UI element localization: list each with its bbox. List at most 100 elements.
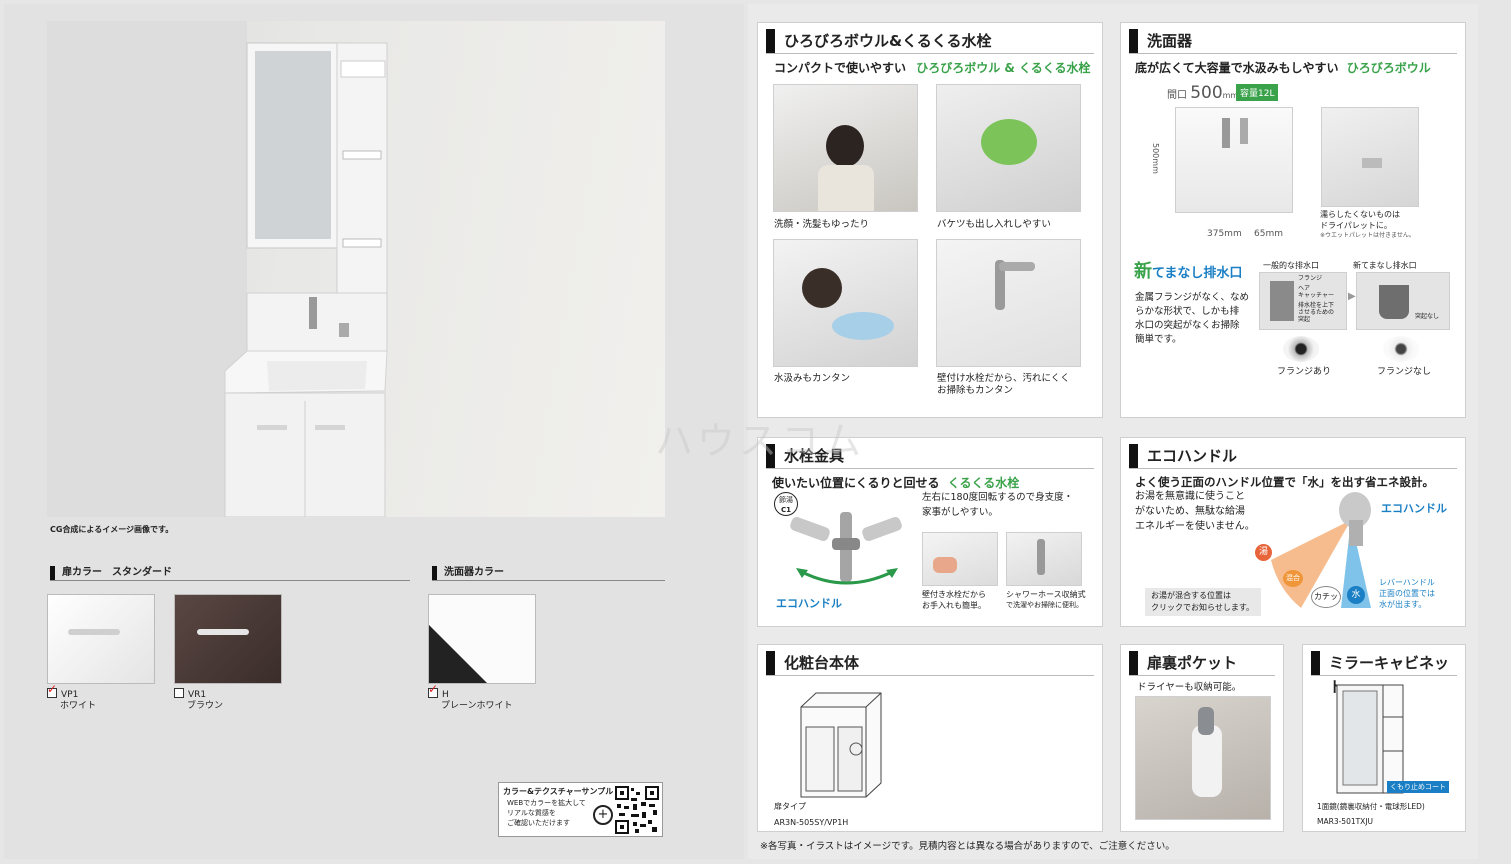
eco-desc-2: がないため、無駄な給湯 [1135,506,1245,517]
checkbox-vp1[interactable] [47,684,57,698]
pocket-subtitle: ドライヤーも収納可能。 [1137,682,1242,693]
checkbox-h[interactable] [428,684,438,698]
card-pocket-title: 扉裏ポケット [1129,651,1275,676]
qr-title: カラー&テクスチャーサンプル [503,787,614,796]
eco-handle-brand: エコハンドル [776,597,842,610]
hot-badge: 湯 [1255,544,1272,561]
card-eco-title: エコハンドル [1129,444,1457,469]
pallet-small-note: ※ウエットパレットは付きません。 [1320,232,1415,239]
card-body-title: 化粧台本体 [766,651,1094,676]
swatch-vr1-label: VR1 ブラウン [174,688,223,712]
flange-yes-label: フランジあり [1277,367,1332,377]
opening-size: 間口 500mm [1167,83,1239,103]
photo-water-draw [773,239,918,367]
anti-fog-badge: くもり止めコート [1387,781,1449,793]
qr-line-2: リアルな質感を [507,809,556,817]
zoom-icon: + [593,805,613,825]
faucet-desc-2: 家事がしやすい。 [922,507,998,518]
vanity-illustration [47,21,388,517]
dry-pallet-photo [1321,107,1419,207]
footnote: ※各写真・イラストはイメージです。見積内容とは異なる場合がありますので、ご注意く… [760,841,1175,852]
door-color-header: 扉カラー スタンダード [50,566,410,581]
caption-faucet-cleaning-1: 壁付き水栓だから [922,590,986,599]
capacity-badge: 容量12L [1236,84,1279,101]
eco-desc-1: お湯を無意識に使うこと [1135,491,1245,502]
caption-shower-hose-2: で洗濯やお掃除に便利。 [1006,601,1083,609]
drain-desc-1: 金属フランジがなく、なめ [1135,292,1250,303]
drain-desc-2: らかな形状で、しかも排 [1135,306,1240,317]
faucet-rotation-illustration [790,512,902,585]
dim-width: 375mm [1207,229,1242,239]
mirror-model-number: MAR3-501TXJU [1317,817,1374,826]
qr-line-1: WEBでカラーを拡大して [507,799,586,807]
arrow-right-icon: ▶ [1348,291,1356,302]
door-type-label: 扉タイプ [774,802,806,811]
card-basin: 洗面器 底が広くて大容量で水汲みもしやすい ひろびろボウル 間口 500mm 容… [1120,22,1466,418]
basin-cross-section [1175,107,1293,213]
lever-note-3: 水が出ます。 [1379,600,1427,609]
swatch-h-label: H プレーンホワイト [428,684,513,712]
mix-note-box: お湯が混合する位置は クリックでお知らせします。 [1145,588,1261,616]
dim-height: 500mm [1151,143,1160,174]
drain-desc-3: 水口の突起がなくお掃除 [1135,320,1240,331]
caption-shower-hose-1: シャワーホース収納式 [1006,590,1086,599]
checkbox-vr1[interactable] [174,688,184,698]
photo-wall-faucet [936,239,1081,367]
caption-faucet-cleaning-2: お手入れも簡単。 [922,601,986,610]
caption-bucket: バケツも出し入れしやすい [937,219,1051,230]
eco-desc-3: エネルギーを使いません。 [1135,521,1255,532]
drain-new-right-label: 新てまなし排水口 [1353,261,1417,270]
water-badge: 水 [1347,586,1365,604]
image-caption: CG合成によるイメージ画像です。 [50,525,174,534]
eco-brand-label: エコハンドル [1381,502,1447,515]
color-sample-qr-box[interactable]: カラー&テクスチャーサンプル WEBでカラーを拡大して リアルな質感を ご確認い… [498,782,663,837]
card-bowl-title: ひろびろボウル&くるくる水栓 [766,29,1094,54]
drain-general-label: 一般的な排水口 [1263,261,1319,270]
flange-no-label: フランジなし [1377,367,1432,377]
qr-line-3: ご確認いただけます [507,819,570,827]
flange-yes-icon [1283,336,1319,362]
body-model-number: AR3N-505SY/VP1H [774,818,849,827]
caption-wall-faucet-2: お掃除もカンタン [937,385,1014,396]
card-bowl-faucet: ひろびろボウル&くるくる水栓 コンパクトで使いやすい ひろびろボウル & くるく… [757,22,1103,418]
photo-door-pocket [1135,696,1271,820]
photo-washing-hair [773,84,918,212]
drain-new-label: 新てまなし排水口 [1134,261,1243,282]
mirror-cabinet-illustration [1336,684,1404,794]
card-faucet-subtitle: 使いたい位置にくるりと回せる くるくる水栓 [772,476,1020,490]
card-mirror-title: ミラーキャビネット [1311,651,1457,696]
basin-edge-illustration [429,595,535,683]
swatch-vp1-white[interactable] [47,594,155,684]
card-basin-subtitle: 底が広くて大容量で水汲みもしやすい ひろびろボウル [1135,61,1431,75]
pallet-note-1: 濡らしたくないものは [1320,210,1400,219]
dim-side: 65mm [1254,229,1283,239]
mix-badge: 混合 [1283,570,1303,587]
mirror-desc: 1面鏡(鏡裏収納付・電球形LED) [1317,802,1425,811]
swatch-vr1-brown[interactable] [174,594,282,684]
photo-faucet-cleaning [922,532,998,586]
drain-desc-4: 簡単です。 [1135,334,1182,345]
drain-general-diagram: フランジ ヘア キャッチャー 排水栓を上下 させるための 突起 [1259,272,1347,330]
watermark: ハウスコム [655,419,866,463]
card-eco-handle: エコハンドル よく使う正面のハンドル位置で「水」を出す省エネ設計。 お湯を無意識… [1120,437,1466,627]
caption-washing: 洗顔・洗髪もゆったり [774,219,870,230]
faucet-desc-1: 左右に180度回転するので身支度・ [922,492,1074,503]
photo-bucket [936,84,1081,212]
card-mirror-cabinet: ミラーキャビネット くもり止めコート 1面鏡(鏡裏収納付・電球形LED) MAR… [1302,644,1466,832]
lever-note-2: 正面の位置では [1379,589,1435,598]
photo-shower-hose [1006,532,1082,586]
card-door-pocket: 扉裏ポケット ドライヤーも収納可能。 [1120,644,1284,832]
qr-code-icon [615,786,659,834]
basin-color-header: 洗面器カラー [432,566,665,581]
lever-note-1: レバーハンドル [1379,578,1435,587]
vanity-body-illustration [800,692,882,798]
flange-no-icon [1383,336,1419,362]
card-faucet: 水栓金具 使いたい位置にくるりと回せる くるくる水栓 節湯 C1 エコハンドル 左… [757,437,1103,627]
click-badge: カチッ [1311,586,1341,608]
card-eco-subtitle: よく使う正面のハンドル位置で「水」を出す省エネ設計。 [1135,475,1434,489]
swatch-h-plain-white[interactable] [428,594,536,684]
main-vanity-image [47,21,665,517]
swatch-vp1-label: VP1 ホワイト [47,684,96,712]
card-basin-title: 洗面器 [1129,29,1457,54]
pallet-note-2: ドライパレットに。 [1320,221,1392,230]
